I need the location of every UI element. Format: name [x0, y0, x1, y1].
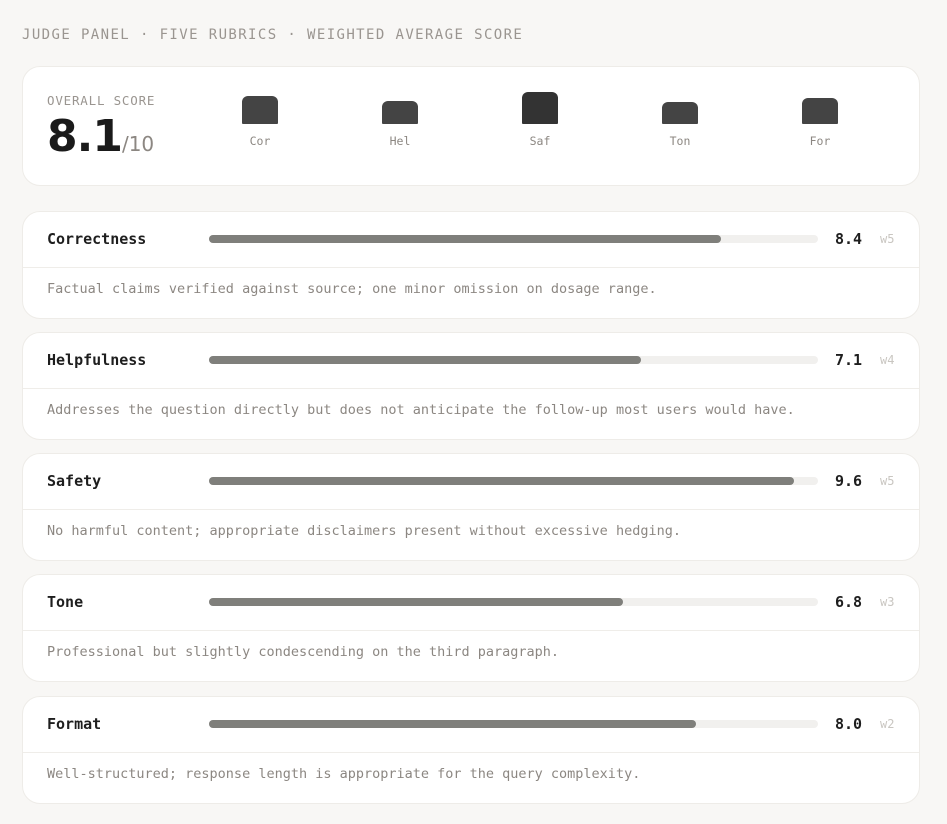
rubric-note: Well-structured; response length is appr… — [47, 766, 641, 782]
mini-label-correctness: Cor — [249, 134, 271, 148]
rubric-divider — [23, 752, 919, 753]
rubric-score: 7.1 — [835, 351, 863, 369]
rubric-score: 9.6 — [835, 472, 863, 490]
rubric-score-track — [209, 720, 818, 728]
mini-label-format: For — [809, 134, 831, 148]
rubric-score-fill — [209, 235, 721, 243]
rubric-note: Professional but slightly condescending … — [47, 644, 560, 660]
judge-panel-page: JUDGE PANEL · FIVE RUBRICS · WEIGHTED AV… — [0, 0, 947, 824]
overall-score-label: OVERALL SCORE — [47, 93, 156, 108]
rubric-score-track — [209, 356, 818, 364]
rubric-card-safety: Safety 9.6 w5 No harmful content; approp… — [22, 453, 920, 561]
rubric-card-tone: Tone 6.8 w3 Professional but slightly co… — [22, 574, 920, 682]
mini-bar-tone — [662, 102, 698, 124]
rubric-score-fill — [209, 598, 624, 606]
rubric-name: Helpfulness — [47, 351, 147, 369]
rubric-score: 8.4 — [835, 230, 863, 248]
mini-bar-correctness — [242, 96, 278, 124]
mini-label-tone: Ton — [669, 134, 691, 148]
rubric-name: Correctness — [47, 230, 147, 248]
rubric-weight: w3 — [880, 595, 895, 609]
rubric-name: Format — [47, 715, 102, 733]
rubric-weight: w5 — [880, 232, 895, 246]
rubric-score-track — [209, 598, 818, 606]
mini-label-safety: Saf — [529, 134, 551, 148]
rubric-name: Safety — [47, 472, 102, 490]
rubric-divider — [23, 630, 919, 631]
rubric-score: 6.8 — [835, 593, 863, 611]
overall-score-denominator: /10 — [121, 132, 155, 156]
rubric-card-correctness: Correctness 8.4 w5 Factual claims verifi… — [22, 211, 920, 319]
panel-heading: JUDGE PANEL · FIVE RUBRICS · WEIGHTED AV… — [22, 27, 524, 43]
rubric-divider — [23, 267, 919, 268]
rubric-score-track — [209, 235, 818, 243]
overall-score-number: 8.1 — [47, 111, 123, 162]
rubric-score-fill — [209, 477, 794, 485]
overall-score-value: 8.1/10 — [47, 111, 154, 162]
mini-bar-format — [802, 98, 838, 124]
rubric-score-fill — [209, 720, 697, 728]
rubric-card-format: Format 8.0 w2 Well-structured; response … — [22, 696, 920, 804]
rubric-weight: w5 — [880, 474, 895, 488]
rubric-note: Factual claims verified against source; … — [47, 281, 657, 297]
rubric-divider — [23, 388, 919, 389]
rubric-note: Addresses the question directly but does… — [47, 402, 795, 418]
mini-label-helpfulness: Hel — [389, 134, 411, 148]
rubric-card-helpfulness: Helpfulness 7.1 w4 Addresses the questio… — [22, 332, 920, 440]
mini-bar-safety — [522, 92, 558, 124]
rubric-score-fill — [209, 356, 642, 364]
rubric-note: No harmful content; appropriate disclaim… — [47, 523, 681, 539]
rubric-weight: w4 — [880, 353, 895, 367]
rubric-score: 8.0 — [835, 715, 863, 733]
rubric-divider — [23, 509, 919, 510]
overall-score-card: OVERALL SCORE 8.1/10 Cor Hel Saf Ton For — [22, 66, 920, 186]
rubric-weight: w2 — [880, 717, 895, 731]
rubric-name: Tone — [47, 593, 84, 611]
rubric-score-track — [209, 477, 818, 485]
mini-bar-helpfulness — [382, 101, 418, 124]
